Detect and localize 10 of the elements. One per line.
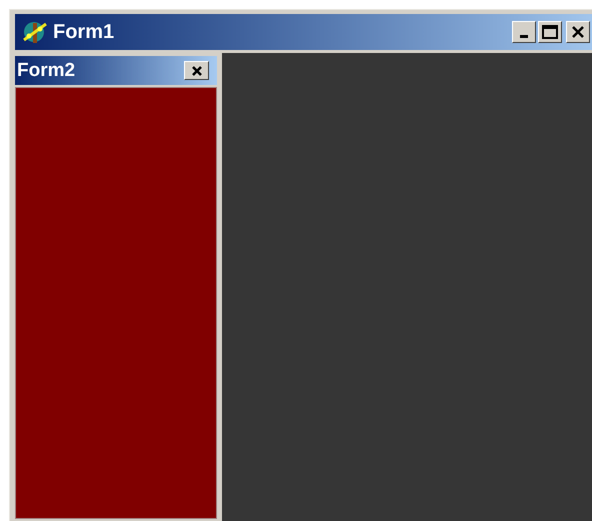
minimize-button[interactable] [512, 21, 536, 43]
maximize-button[interactable] [538, 21, 562, 43]
close-button[interactable] [184, 61, 209, 80]
close-icon [192, 66, 202, 76]
panel-title: Form2 [17, 61, 76, 80]
close-icon [571, 25, 585, 39]
close-button[interactable] [566, 21, 590, 43]
window-title: Form1 [53, 22, 114, 42]
maximize-icon [542, 25, 558, 39]
minimize-icon [520, 34, 528, 38]
